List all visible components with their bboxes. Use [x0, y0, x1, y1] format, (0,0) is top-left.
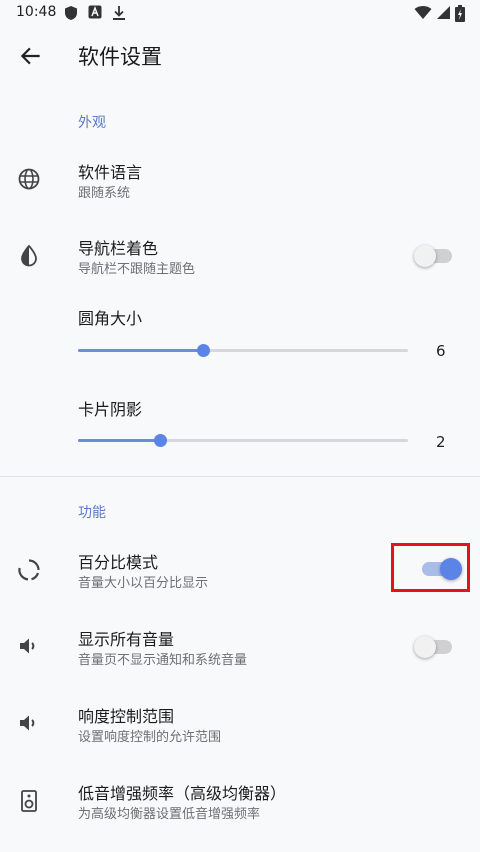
setting-title-corner-radius: 圆角大小 — [78, 309, 143, 328]
setting-title: 导航栏着色 — [78, 239, 159, 258]
corner-radius-value: 6 — [436, 342, 446, 360]
setting-show-all-volume[interactable]: 显示所有音量 音量页不显示通知和系统音量 — [0, 617, 480, 679]
volume-icon — [20, 715, 35, 731]
section-header-features: 功能 — [78, 505, 106, 521]
percent-circle-icon — [18, 559, 40, 581]
globe-icon — [18, 168, 40, 190]
setting-loudness-range[interactable]: 响度控制范围 设置响度控制的允许范围 — [0, 694, 480, 756]
contrast-icon — [21, 244, 37, 267]
card-shadow-slider[interactable] — [78, 429, 408, 453]
slider-thumb[interactable] — [196, 344, 210, 357]
section-header-appearance: 外观 — [78, 115, 106, 131]
setting-title: 低音增强频率（高级均衡器） — [78, 784, 287, 803]
setting-subtitle: 设置响度控制的允许范围 — [78, 730, 222, 745]
setting-title: 百分比模式 — [78, 553, 159, 572]
arrow-back-icon[interactable] — [18, 43, 44, 69]
a-box-icon — [88, 5, 102, 19]
setting-subtitle: 跟随系统 — [78, 186, 131, 201]
setting-language[interactable]: 软件语言 跟随系统 — [0, 150, 480, 212]
setting-title: 显示所有音量 — [78, 630, 175, 649]
section-divider — [0, 476, 480, 477]
navbar-color-switch[interactable] — [414, 245, 452, 267]
setting-subtitle: 音量页不显示通知和系统音量 — [78, 653, 248, 668]
battery-icon — [455, 5, 465, 22]
show-all-volume-switch[interactable] — [414, 636, 452, 658]
shield-icon — [65, 6, 77, 20]
setting-subtitle: 音量大小以百分比显示 — [78, 576, 209, 591]
setting-subtitle: 导航栏不跟随主题色 — [78, 262, 196, 277]
volume-icon — [20, 638, 35, 654]
corner-radius-slider[interactable] — [78, 339, 408, 363]
app-bar: 软件设置 — [0, 26, 480, 86]
status-time: 10:48 — [16, 4, 57, 20]
speaker-icon — [21, 790, 37, 812]
page-title: 软件设置 — [78, 45, 162, 69]
setting-bass-boost[interactable]: 低音增强频率（高级均衡器） 为高级均衡器设置低音增强频率 — [0, 771, 480, 833]
download-icon — [113, 6, 125, 20]
status-bar: 10:48 — [0, 0, 480, 26]
slider-thumb[interactable] — [153, 434, 167, 447]
highlight-box — [391, 543, 470, 592]
card-shadow-value: 2 — [436, 433, 446, 451]
wifi-icon — [414, 6, 432, 19]
setting-title-card-shadow: 卡片阴影 — [78, 400, 143, 419]
setting-title: 软件语言 — [78, 163, 143, 182]
setting-navbar-color[interactable]: 导航栏着色 导航栏不跟随主题色 — [0, 226, 480, 288]
signal-icon — [437, 6, 450, 19]
setting-title: 响度控制范围 — [78, 707, 175, 726]
setting-subtitle: 为高级均衡器设置低音增强频率 — [78, 807, 261, 822]
